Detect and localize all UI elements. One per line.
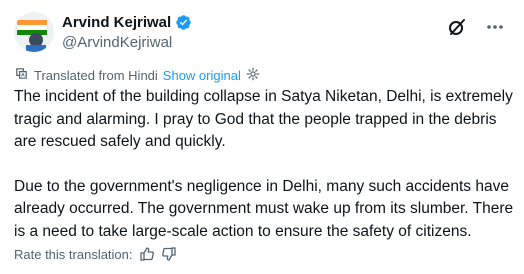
post: Arvind Kejriwal @ArvindKejriwal Translat… xyxy=(0,0,524,274)
rate-translation-bar: Rate this translation: xyxy=(14,246,177,262)
translated-label: Translated from Hindi xyxy=(34,67,158,83)
show-original-link[interactable]: Show original xyxy=(163,68,241,83)
verified-badge-icon xyxy=(175,14,192,31)
tweet-text: The incident of the building collapse in… xyxy=(14,86,514,243)
gear-icon[interactable] xyxy=(246,67,260,84)
tweet-paragraph-1: The incident of the building collapse in… xyxy=(14,88,513,150)
translation-bar: Translated from Hindi Show original xyxy=(14,66,260,84)
more-icon[interactable] xyxy=(482,16,508,38)
thumbs-up-icon[interactable] xyxy=(139,246,155,262)
translate-icon xyxy=(14,66,29,84)
rate-label: Rate this translation: xyxy=(14,246,133,262)
avatar[interactable] xyxy=(14,12,54,52)
post-header: Arvind Kejriwal @ArvindKejriwal xyxy=(14,10,510,56)
thumbs-down-icon[interactable] xyxy=(161,246,177,262)
tweet-paragraph-2: Due to the government's negligence in De… xyxy=(14,177,514,240)
display-name[interactable]: Arvind Kejriwal xyxy=(62,14,171,31)
handle[interactable]: @ArvindKejriwal xyxy=(62,34,172,51)
name-row: Arvind Kejriwal xyxy=(62,14,192,31)
grok-icon[interactable] xyxy=(446,16,468,38)
